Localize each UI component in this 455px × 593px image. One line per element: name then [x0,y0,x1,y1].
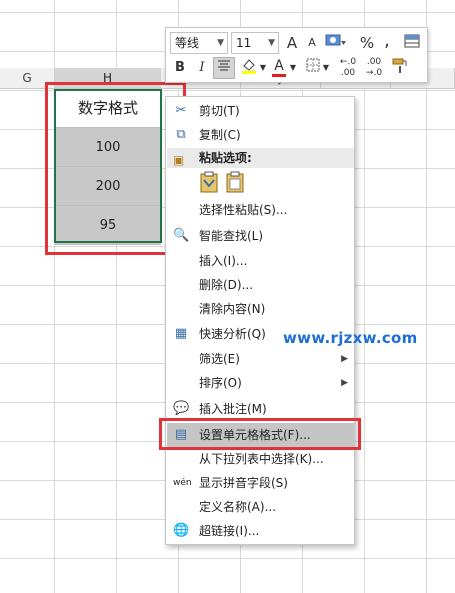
submenu-arrow-icon: ▶ [341,354,348,364]
paste-icon: ▣ [173,153,185,167]
cell-value-3[interactable]: 95 [55,206,161,245]
cell-header[interactable]: 数字格式 [55,89,161,128]
menu-item-smart-lookup[interactable]: 🔍 智能查找(L) [167,224,354,248]
format-cells-icon: ▤ [174,427,188,442]
smart-lookup-icon: 🔍 [173,228,190,243]
fill-color-icon[interactable] [239,57,259,79]
menu-item-filter[interactable]: 筛选(E) ▶ [167,347,354,371]
menu-item-format-cells[interactable]: ▤ 设置单元格格式(F)... [167,423,354,447]
context-menu: ✂ 剪切(T) ⧉ 复制(C) ▣ 粘贴选项: 选择性粘贴(S)... 🔍 智能… [165,96,355,545]
format-painter-icon[interactable] [390,57,410,79]
copy-icon: ⧉ [176,127,186,142]
submenu-arrow-icon: ▶ [341,378,348,388]
grow-font-button[interactable]: A [283,32,301,54]
menu-item-show-phonetic[interactable]: wén 显示拼音字段(S) [167,471,354,495]
menu-item-label: 快速分析(Q) [199,327,266,341]
menu-item-pick-from-list[interactable]: 从下拉列表中选择(K)... [167,447,354,471]
font-name-value: 等线 [175,36,200,50]
cell-value-2[interactable]: 200 [55,167,161,206]
menu-item-define-name[interactable]: 定义名称(A)... [167,495,354,519]
menu-item-paste-special[interactable]: 选择性粘贴(S)... [167,198,354,222]
menu-item-label: 智能查找(L) [199,229,264,243]
increase-decimal-label: .00 [340,68,356,78]
chevron-down-icon: ▼ [217,38,224,48]
menu-item-label: 剪切(T) [199,104,240,118]
menu-item-label: 复制(C) [199,128,241,142]
paste-options-label: 粘贴选项: [199,151,252,165]
comma-style-button[interactable]: , [380,30,394,52]
font-color-button[interactable]: A [270,55,288,77]
font-color-letter: A [274,58,284,74]
menu-item-label: 显示拼音字段(S) [199,476,288,490]
menu-item-label: 插入(I)... [199,254,248,268]
menu-item-label: 选择性粘贴(S)... [199,203,288,217]
menu-item-label: 超链接(I)... [199,524,260,538]
menu-item-label: 插入批注(M) [199,402,267,416]
font-name-combo[interactable]: 等线 ▼ [170,32,228,54]
menu-item-copy[interactable]: ⧉ 复制(C) [167,123,354,147]
menu-item-label: 删除(D)... [199,278,254,292]
decrease-decimal-button[interactable]: .00 →.0 [362,57,386,79]
borders-icon[interactable] [304,57,322,79]
arrow-right-icon: →.0 [365,68,383,78]
font-size-value: 11 [236,36,252,50]
shrink-font-button[interactable]: A [304,32,320,54]
currency-format-icon[interactable] [323,32,349,54]
phonetic-icon: wén [173,478,192,488]
bold-button[interactable]: B [172,57,188,79]
column-header-g[interactable]: G [0,68,55,89]
menu-item-label: 定义名称(A)... [199,500,277,514]
paste-options-header: ▣ 粘贴选项: [167,148,354,168]
hyperlink-icon: 🌐 [173,523,190,538]
menu-item-sort[interactable]: 排序(O) ▶ [167,371,354,395]
menu-item-insert-comment[interactable]: 💬 插入批注(M) [167,397,354,421]
quick-analysis-icon: ▦ [174,326,188,341]
menu-item-insert[interactable]: 插入(I)... [167,249,354,273]
comment-icon: 💬 [173,401,190,416]
menu-item-label: 排序(O) [199,376,242,390]
font-color-bar [272,74,286,77]
menu-item-label: 清除内容(N) [199,302,266,316]
font-color-dropdown[interactable]: ▼ [289,57,297,79]
fill-color-dropdown[interactable]: ▼ [259,57,267,79]
format-table-icon[interactable] [402,32,422,54]
menu-item-delete[interactable]: 删除(D)... [167,273,354,297]
paste-formatting-icon[interactable] [198,170,220,194]
borders-dropdown[interactable]: ▼ [322,57,330,79]
italic-button[interactable]: I [194,57,210,79]
percent-style-button[interactable]: % [359,32,375,54]
menu-item-clear-contents[interactable]: 清除内容(N) [167,297,354,321]
font-size-combo[interactable]: 11 ▼ [231,32,279,54]
mini-toolbar: 等线 ▼ 11 ▼ A A % , B I ▼ A ▼ ▼ ←.0 .00 .0… [165,27,428,83]
menu-item-label: 从下拉列表中选择(K)... [199,452,324,466]
scissors-icon: ✂ [175,103,187,118]
arrow-left-icon: ←.0 [339,57,357,67]
menu-item-label: 设置单元格格式(F)... [199,428,311,442]
increase-decimal-button[interactable]: ←.0 .00 [336,57,360,79]
menu-item-label: 筛选(E) [199,352,240,366]
align-center-icon[interactable] [213,57,235,79]
menu-item-cut[interactable]: ✂ 剪切(T) [167,99,354,123]
cell-value-1[interactable]: 100 [55,128,161,167]
watermark-text: www.rjzxw.com [283,329,418,347]
column-header-h[interactable]: H [55,68,161,89]
paste-clipboard-icon[interactable] [224,170,246,194]
chevron-down-icon: ▼ [268,38,275,48]
menu-item-hyperlink[interactable]: 🌐 超链接(I)... [167,519,354,543]
decrease-decimal-label: .00 [366,57,382,67]
